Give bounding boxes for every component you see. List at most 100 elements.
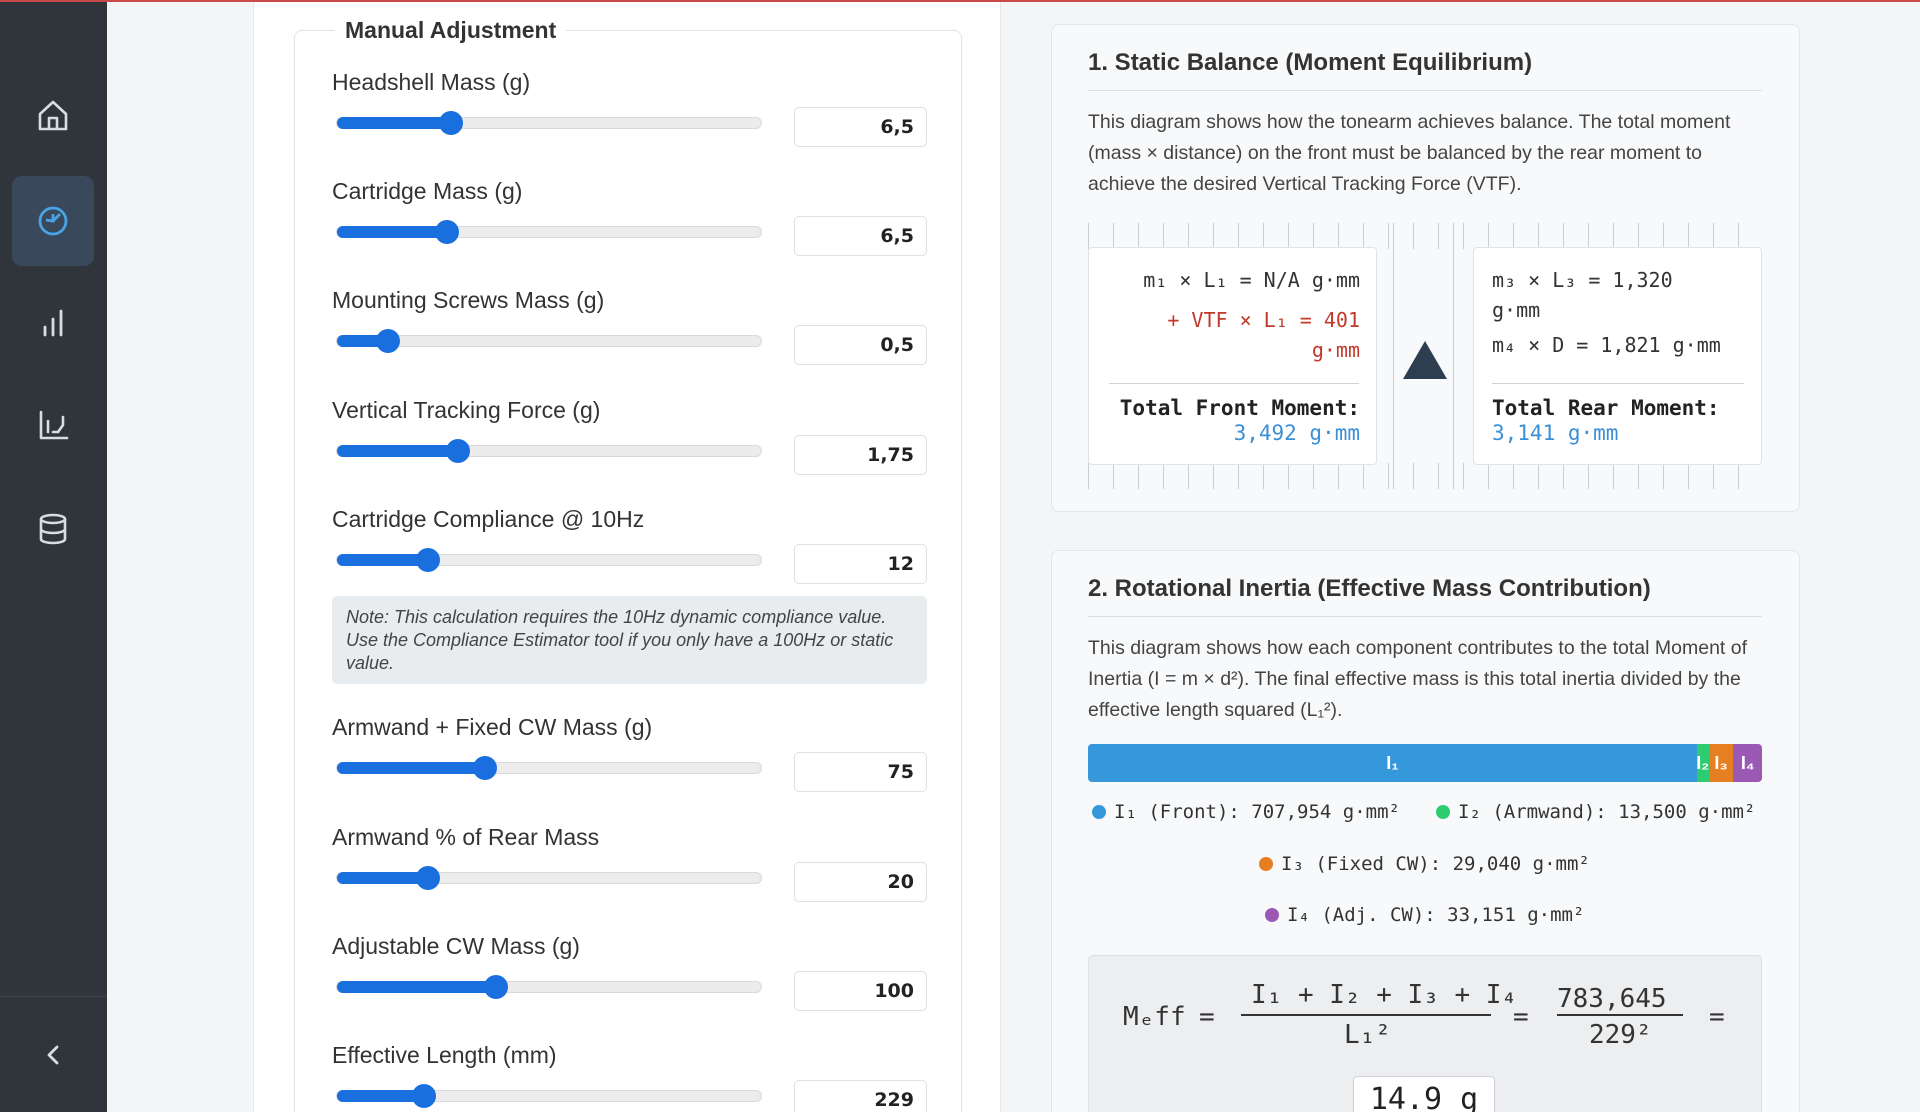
fulcrum-triangle-icon xyxy=(1403,341,1447,379)
slider-thumb[interactable] xyxy=(439,111,464,135)
control-label: Headshell Mass (g) xyxy=(332,69,531,95)
ruler-tick xyxy=(1313,463,1314,489)
sidebar-item-line-chart[interactable] xyxy=(12,380,94,470)
sidebar-item-database[interactable] xyxy=(12,484,94,574)
ruler-tick xyxy=(1663,463,1664,489)
ruler-tick xyxy=(1238,223,1239,249)
inertia-segment-i4: I₄ xyxy=(1733,744,1762,782)
ruler-tick xyxy=(1538,223,1539,249)
armwand-percent-slider[interactable] xyxy=(336,866,762,890)
divider xyxy=(1088,90,1762,91)
ruler-tick xyxy=(1713,223,1714,249)
manual-adjustment-panel: Manual Adjustment Headshell Mass (g) 6,5… xyxy=(253,0,1001,1112)
manual-adjustment-fieldset: Manual Adjustment Headshell Mass (g) 6,5… xyxy=(294,17,962,1112)
rear-moment-line-1-unit: g·mm xyxy=(1492,298,1541,322)
line-chart-icon xyxy=(39,410,69,440)
ruler-tick xyxy=(1688,463,1689,489)
ruler-tick xyxy=(1713,463,1714,489)
slider-thumb[interactable] xyxy=(411,1084,436,1108)
sidebar-item-bar-chart[interactable] xyxy=(12,278,94,368)
rear-total-value: 3,141 g·mm xyxy=(1492,421,1619,445)
slider-thumb[interactable] xyxy=(416,866,441,890)
headshell-mass-slider[interactable] xyxy=(336,111,762,135)
divider xyxy=(1109,383,1359,384)
ruler-tick xyxy=(1113,223,1114,249)
formula-denominator-value: 229² xyxy=(1589,1020,1652,1050)
mounting-screws-mass-slider[interactable] xyxy=(336,329,762,353)
armwand-fixed-cw-mass-input[interactable]: 75 xyxy=(794,752,927,792)
collapse-sidebar-button[interactable] xyxy=(36,1037,72,1073)
headshell-mass-input[interactable]: 6,5 xyxy=(794,107,927,147)
legend-dot xyxy=(1092,805,1106,819)
ruler-tick xyxy=(1363,223,1364,249)
vertical-tracking-force-input[interactable]: 1,75 xyxy=(794,435,927,475)
ruler-tick xyxy=(1188,223,1189,249)
control-label: Armwand % of Rear Mass xyxy=(332,824,600,850)
legend-item-i4: I₄ (Adj. CW): 33,151 g·mm² xyxy=(1265,904,1584,926)
cartridge-mass-slider[interactable] xyxy=(336,220,762,244)
ruler-tick xyxy=(1113,463,1114,489)
slider-thumb[interactable] xyxy=(445,439,470,463)
fraction-bar xyxy=(1557,1014,1683,1016)
adjustable-cw-mass-slider[interactable] xyxy=(336,975,762,999)
cartridge-compliance-slider[interactable] xyxy=(336,548,762,572)
slider-thumb[interactable] xyxy=(375,329,400,353)
slider-thumb[interactable] xyxy=(484,975,508,999)
sidebar-item-gauge[interactable] xyxy=(12,176,94,266)
ruler-tick xyxy=(1438,463,1439,489)
control-label: Adjustable CW Mass (g) xyxy=(332,933,580,959)
gauge-icon xyxy=(38,206,68,236)
effective-length-input[interactable]: 229 xyxy=(794,1080,927,1112)
control-label: Mounting Screws Mass (g) xyxy=(332,287,605,313)
vertical-tracking-force-slider[interactable] xyxy=(336,439,762,463)
sidebar xyxy=(0,0,107,1112)
inertia-stacked-bar: I₁ I₂ I₃ I₄ xyxy=(1088,744,1762,782)
ruler-tick xyxy=(1263,463,1264,489)
effective-mass-result: 14.9 g xyxy=(1353,1076,1495,1112)
front-moment-line: m₁ × L₁ = N/A g·mm xyxy=(1143,268,1360,292)
armwand-percent-input[interactable]: 20 xyxy=(794,862,927,902)
armwand-fixed-cw-mass-slider[interactable] xyxy=(336,756,762,780)
slider-fill xyxy=(337,226,448,238)
ruler-tick xyxy=(1588,223,1589,249)
slider-fill xyxy=(337,117,452,129)
ruler-tick xyxy=(1638,223,1639,249)
rear-moment-line-1: m₃ × L₃ = 1,320 xyxy=(1492,268,1673,292)
control-label: Cartridge Compliance @ 10Hz xyxy=(332,506,645,532)
sidebar-footer xyxy=(0,996,107,1112)
ruler-tick xyxy=(1163,223,1164,249)
divider xyxy=(1088,616,1762,617)
ruler-tick xyxy=(1538,463,1539,489)
formula-denominator: L₁² xyxy=(1344,1020,1391,1050)
mounting-screws-mass-input[interactable]: 0,5 xyxy=(794,325,927,365)
slider-thumb[interactable] xyxy=(416,548,441,572)
cartridge-mass-input[interactable]: 6,5 xyxy=(794,216,927,256)
adjustable-cw-mass-input[interactable]: 100 xyxy=(794,971,927,1011)
front-total-label: Total Front Moment: xyxy=(1119,396,1360,420)
divider xyxy=(1492,383,1744,384)
cartridge-compliance-input[interactable]: 12 xyxy=(794,544,927,584)
effective-length-slider[interactable] xyxy=(336,1084,762,1108)
ruler-tick xyxy=(1488,223,1489,249)
ruler-tick xyxy=(1163,463,1164,489)
legend-dot xyxy=(1259,857,1273,871)
ruler-tick xyxy=(1338,223,1339,249)
front-moment-box: m₁ × L₁ = N/A g·mm + VTF × L₁ = 401 g·mm… xyxy=(1088,247,1377,465)
top-accent-line xyxy=(0,0,1920,2)
sidebar-item-home[interactable] xyxy=(12,70,94,160)
slider-thumb[interactable] xyxy=(435,220,460,244)
ruler-tick xyxy=(1138,223,1139,249)
slider-thumb[interactable] xyxy=(473,756,498,780)
ruler-tick xyxy=(1638,463,1639,489)
ruler-tick xyxy=(1663,223,1664,249)
ruler-tick xyxy=(1313,223,1314,249)
ruler-tick xyxy=(1263,223,1264,249)
fulcrum-line xyxy=(1453,223,1454,489)
ruler-tick xyxy=(1613,223,1614,249)
ruler-tick xyxy=(1188,463,1189,489)
slider-fill xyxy=(337,762,486,774)
ruler-tick xyxy=(1438,223,1439,249)
legend-item-i3: I₃ (Fixed CW): 29,040 g·mm² xyxy=(1259,853,1590,875)
rear-moment-line-2: m₄ × D = 1,821 g·mm xyxy=(1492,333,1721,357)
ruler-tick xyxy=(1513,223,1514,249)
